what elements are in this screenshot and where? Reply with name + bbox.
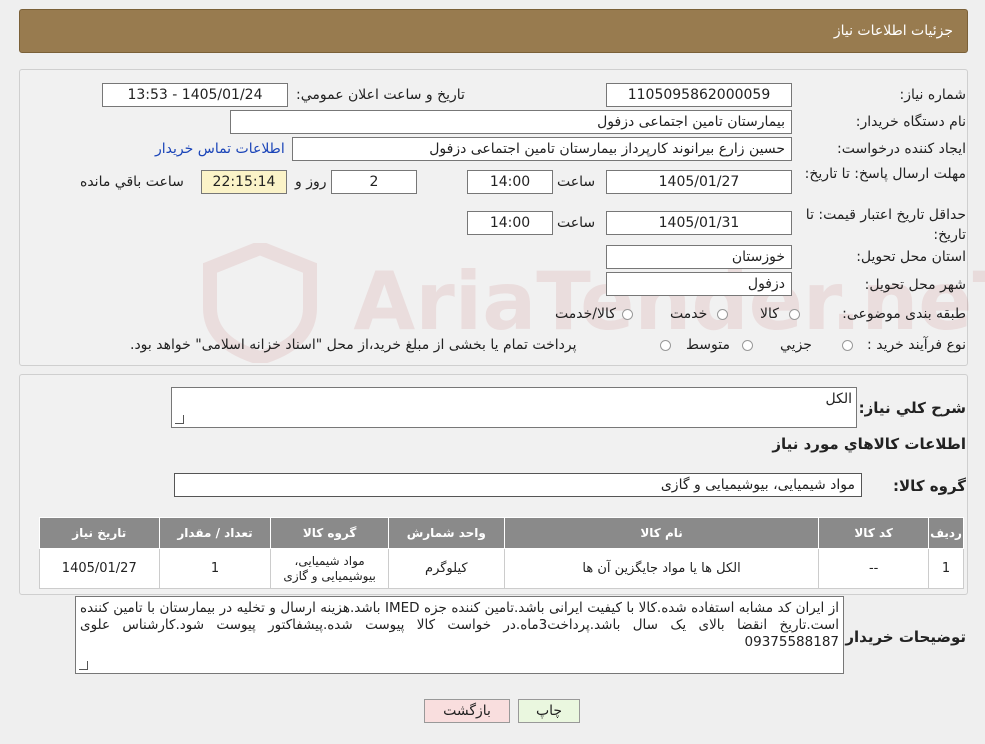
goods-table-header: رديف كد كالا نام كالا واحد شمارش گروه كا… bbox=[39, 517, 964, 549]
days-field: 2 bbox=[331, 170, 417, 194]
buyer-notes-label: توضيحات خريدار: bbox=[839, 628, 966, 646]
goods-group-label: گروه كالا: bbox=[893, 477, 966, 495]
col-code: كد كالا bbox=[818, 517, 930, 549]
category-radio-service[interactable] bbox=[717, 309, 728, 320]
remaining-time-field: 22:15:14 bbox=[201, 170, 287, 194]
category-option-goods: کالا bbox=[760, 306, 779, 322]
deadline-time-field: 14:00 bbox=[467, 170, 553, 194]
cell-row: 1 bbox=[928, 548, 964, 589]
requester-field: حسین زارع بیرانوند کارپرداز بیمارستان تا… bbox=[292, 137, 792, 161]
process-radio-medium[interactable] bbox=[742, 340, 753, 351]
goods-table: رديف كد كالا نام كالا واحد شمارش گروه كا… bbox=[39, 517, 964, 589]
category-option-goods-service: کالا/خدمت bbox=[555, 306, 616, 322]
resize-handle-icon[interactable] bbox=[175, 415, 184, 424]
col-group: گروه كالا bbox=[270, 517, 389, 549]
col-name: نام كالا bbox=[503, 517, 820, 549]
resize-handle-icon[interactable] bbox=[79, 661, 88, 670]
buyer-notes-textarea[interactable]: از ایران کد مشابه استفاده شده.کالا با کی… bbox=[75, 596, 844, 674]
category-option-service: خدمت bbox=[670, 306, 708, 322]
buyer-notes-text: از ایران کد مشابه استفاده شده.کالا با کی… bbox=[80, 600, 839, 650]
price-valid-time-label: ساعت bbox=[557, 215, 596, 231]
price-valid-label: حداقل تاريخ اعتبار قيمت: تا تاريخ: bbox=[805, 207, 966, 243]
city-label: شهر محل تحويل: bbox=[864, 277, 966, 293]
deadline-time-label: ساعت bbox=[557, 174, 596, 190]
buyer-org-label: نام دستگاه خريدار: bbox=[855, 114, 966, 130]
col-qty: تعداد / مقدار bbox=[158, 517, 272, 549]
province-field: خوزستان bbox=[606, 245, 792, 269]
need-number-label: شماره نیاز: bbox=[899, 87, 967, 103]
process-option-medium: متوسط bbox=[686, 337, 730, 353]
summary-textarea[interactable]: الکل bbox=[171, 387, 857, 428]
process-label: نوع فرآيند خريد : bbox=[867, 337, 966, 353]
summary-text: الکل bbox=[825, 391, 853, 407]
price-valid-time-field: 14:00 bbox=[467, 211, 553, 235]
remaining-label: ساعت باقي مانده bbox=[80, 174, 184, 190]
page-header: جزئیات اطلاعات نیاز bbox=[19, 9, 968, 53]
category-radio-goods-service[interactable] bbox=[622, 309, 633, 320]
process-radio-minor[interactable] bbox=[842, 340, 853, 351]
back-button[interactable]: بازگشت bbox=[424, 699, 510, 723]
contact-buyer-link[interactable]: اطلاعات تماس خريدار bbox=[155, 141, 285, 157]
page-title: جزئیات اطلاعات نیاز bbox=[833, 23, 953, 39]
price-valid-date-field: 1405/01/31 bbox=[606, 211, 792, 235]
city-field: دزفول bbox=[606, 272, 792, 296]
cell-name: الکل ها یا مواد جایگزین آن ها bbox=[503, 548, 820, 589]
cell-qty: 1 bbox=[158, 548, 272, 589]
cell-code: -- bbox=[818, 548, 930, 589]
buyer-org-field: بیمارستان تامین اجتماعی دزفول bbox=[230, 110, 792, 134]
col-unit: واحد شمارش bbox=[387, 517, 505, 549]
need-number-field: 1105095862000059 bbox=[606, 83, 792, 107]
category-radio-goods[interactable] bbox=[789, 309, 800, 320]
deadline-date-field: 1405/01/27 bbox=[606, 170, 792, 194]
cell-date: 1405/01/27 bbox=[39, 548, 160, 589]
days-label: روز و bbox=[295, 174, 327, 190]
process-radio-treasury[interactable] bbox=[660, 340, 671, 351]
col-row: رديف bbox=[928, 517, 964, 549]
goods-group-field: مواد شیمیایی، بیوشیمیایی و گازی bbox=[174, 473, 862, 497]
deadline-label: مهلت ارسال پاسخ: تا تاريخ: bbox=[804, 166, 966, 182]
cell-group: مواد شیمیایی، بیوشیمیایی و گازی bbox=[270, 548, 389, 589]
requester-label: ايجاد کننده درخواست: bbox=[837, 141, 966, 157]
province-label: استان محل تحويل: bbox=[856, 249, 966, 265]
process-note: پرداخت تمام يا بخشی از مبلغ خريد،از محل … bbox=[130, 337, 577, 353]
print-button[interactable]: چاپ bbox=[518, 699, 580, 723]
summary-label: شرح كلي نياز: bbox=[858, 399, 966, 417]
goods-info-title: اطلاعات كالاهاي مورد نياز bbox=[772, 435, 966, 453]
category-label: طبقه بندی موضوعی: bbox=[842, 306, 966, 322]
col-date: تاريخ نياز bbox=[39, 517, 160, 549]
announce-label: تاريخ و ساعت اعلان عمومي: bbox=[296, 87, 465, 103]
announce-field: 1405/01/24 - 13:53 bbox=[102, 83, 288, 107]
cell-unit: کیلوگرم bbox=[387, 548, 505, 589]
table-row[interactable]: 1 -- الکل ها یا مواد جایگزین آن ها کیلوگ… bbox=[39, 548, 964, 589]
process-option-minor: جزيي bbox=[780, 337, 812, 353]
